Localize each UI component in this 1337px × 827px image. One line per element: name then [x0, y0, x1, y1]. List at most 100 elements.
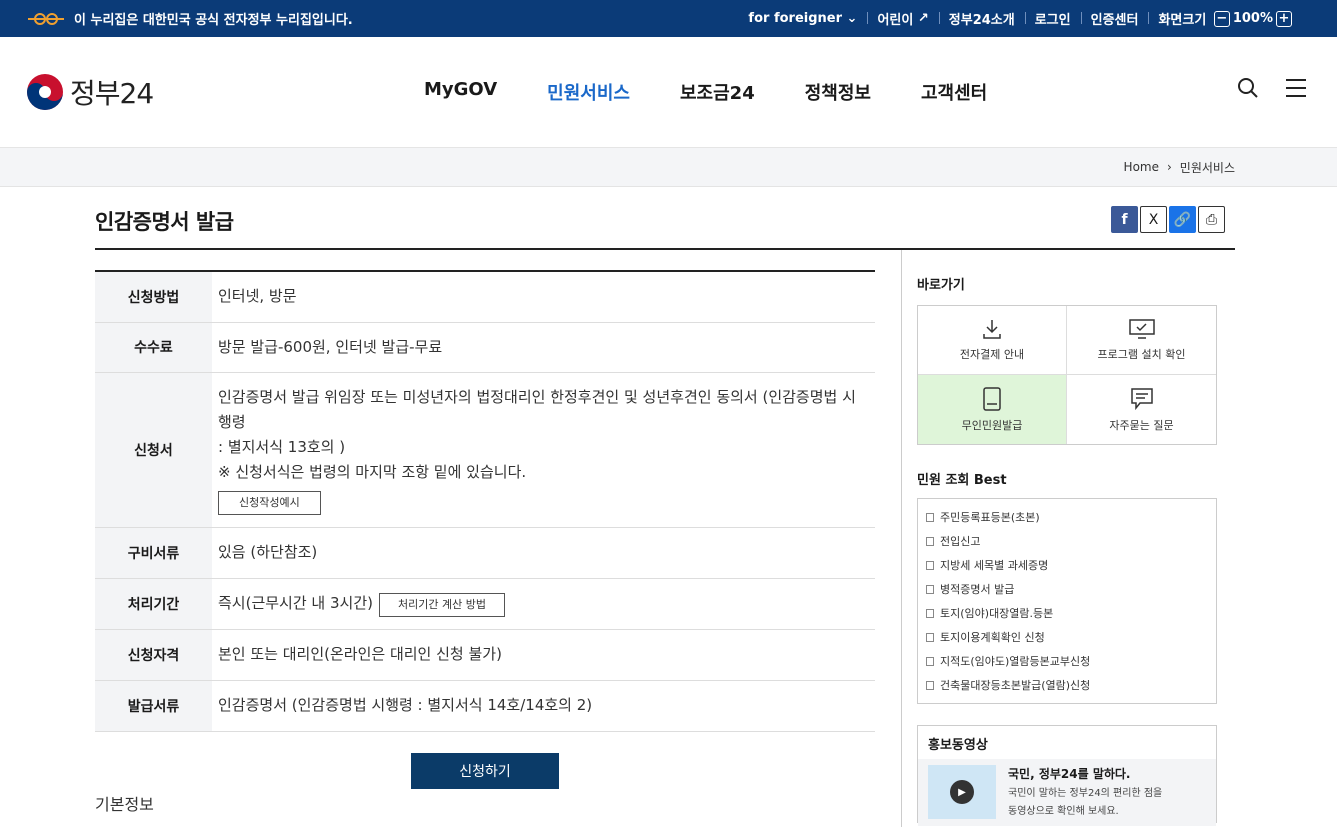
list-item[interactable]: 건축물대장등초본발급(열람)신청: [926, 673, 1208, 697]
apply-button[interactable]: 신청하기: [411, 752, 559, 789]
qualification-label: 신청자격: [95, 629, 212, 681]
nav-policy-info[interactable]: 정책정보: [805, 79, 871, 105]
table-row: 발급서류 인감증명서 (인감증명법 시행령 : 별지서식 14호/14호의 2): [95, 680, 875, 732]
info-table: 신청방법 인터넷, 방문 수수료 방문 발급-600원, 인터넷 발급-무료 신…: [95, 270, 875, 732]
quick-label: 전자결제 안내: [959, 348, 1025, 361]
breadcrumb: Home › 민원서비스: [0, 148, 1337, 187]
play-icon[interactable]: ▶: [950, 780, 974, 804]
nav-mygov[interactable]: MyGOV: [424, 79, 497, 105]
chevron-right-icon: ›: [1166, 160, 1172, 174]
form-text-2: : 별지서식 13호의 ): [218, 437, 346, 456]
list-item[interactable]: 토지이용계획확인 신청: [926, 625, 1208, 649]
government-banner: 이 누리집은 대한민국 공식 전자정부 누리집입니다. for foreigne…: [0, 0, 1337, 37]
best-title: 민원 조회 Best: [917, 473, 1007, 488]
fee-label: 수수료: [95, 322, 212, 373]
list-item[interactable]: 병적증명서 발급: [926, 577, 1208, 601]
about-link[interactable]: 정부24소개: [938, 9, 1025, 28]
promo-title: 홍보동영상: [928, 738, 988, 753]
login-link[interactable]: 로그인: [1024, 9, 1081, 28]
breadcrumb-current[interactable]: 민원서비스: [1180, 159, 1235, 176]
document-icon: [926, 656, 934, 666]
list-item[interactable]: 지방세 세목별 과세증명: [926, 553, 1208, 577]
form-note: ※ 신청서식은 법령의 마지막 조항 밑에 있습니다.: [218, 462, 527, 481]
fee-value: 방문 발급-600원, 인터넷 발급-무료: [212, 322, 875, 373]
list-item-label: 건축물대장등초본발급(열람)신청: [940, 679, 1091, 692]
document-icon: [926, 536, 934, 546]
nav-customer-center[interactable]: 고객센터: [921, 79, 987, 105]
page-title-row: 인감증명서 발급 f X 🔗 ⎙: [95, 206, 1235, 250]
table-row: 신청자격 본인 또는 대리인(온라인은 대리인 신청 불가): [95, 629, 875, 681]
quick-program-check[interactable]: 프로그램 설치 확인: [1067, 306, 1216, 375]
list-item-label: 토지이용계획확인 신청: [940, 631, 1045, 644]
share-toolbar: f X 🔗 ⎙: [1111, 206, 1225, 248]
logo-text: 정부24: [70, 77, 154, 110]
page-title: 인감증명서 발급: [95, 210, 234, 234]
nav-civil-service[interactable]: 민원서비스: [547, 79, 630, 105]
issue-doc-value: 인감증명서 (인감증명법 시행령 : 별지서식 14호/14호의 2): [212, 680, 875, 732]
list-item[interactable]: 주민등록표등본(초본): [926, 505, 1208, 529]
quick-links: 전자결제 안내 프로그램 설치 확인 무인민원발급 자주묻는 질문: [917, 305, 1217, 445]
docs-label: 구비서류: [95, 527, 212, 579]
cert-center-link[interactable]: 인증센터: [1080, 9, 1149, 28]
list-item-label: 지방세 세목별 과세증명: [940, 559, 1049, 572]
period-value: 즉시(근무시간 내 3시간) 처리기간 계산 방법: [212, 578, 875, 630]
basic-info-heading: 기본정보: [95, 795, 154, 814]
kiosk-icon: [983, 386, 1001, 411]
issue-doc-label: 발급서류: [95, 680, 212, 732]
gov24-logo[interactable]: 정부24: [26, 72, 406, 112]
zoom-in-button[interactable]: +: [1276, 10, 1292, 27]
for-foreigner-dropdown[interactable]: for foreigner ⌄: [738, 11, 867, 26]
kids-link[interactable]: 어린이 ↗: [867, 9, 938, 28]
period-calc-button[interactable]: 처리기간 계산 방법: [379, 592, 505, 617]
method-value: 인터넷, 방문: [212, 271, 875, 323]
download-icon: [983, 320, 1001, 339]
screen-size-control: 화면크기 − 100% +: [1148, 9, 1305, 28]
quick-label: 자주묻는 질문: [1109, 418, 1174, 432]
search-icon[interactable]: [1237, 77, 1259, 99]
zoom-out-button[interactable]: −: [1213, 10, 1230, 27]
form-text-1: 인감증명서 발급 위임장 또는 미성년자의 법정대리인 한정후견인 및 성년후견…: [218, 387, 856, 431]
qualification-value: 본인 또는 대리인(온라인은 대리인 신청 불가): [212, 629, 875, 681]
print-icon[interactable]: ⎙: [1198, 206, 1225, 233]
video-thumbnail[interactable]: ▶: [928, 765, 996, 819]
promo-desc-1: 국민이 말하는 정부24의 편리한 점을: [1008, 788, 1163, 799]
link-icon[interactable]: 🔗: [1169, 206, 1196, 233]
promo-card[interactable]: ▶ 국민, 정부24를 말하다. 국민이 말하는 정부24의 편리한 점을 동영…: [918, 759, 1216, 826]
breadcrumb-home[interactable]: Home: [1124, 160, 1159, 174]
sidebar-divider: [901, 250, 902, 827]
form-example-button[interactable]: 신청작성예시: [218, 490, 321, 515]
document-icon: [926, 560, 934, 570]
quick-e-payment[interactable]: 전자결제 안내: [918, 306, 1067, 375]
chat-bubble-icon: [1130, 387, 1153, 410]
document-icon: [926, 512, 934, 522]
form-label: 신청서: [95, 372, 212, 528]
egov-logo-icon: [26, 12, 66, 26]
promo-desc-2: 동영상으로 확인해 보세요.: [1008, 806, 1119, 817]
document-icon: [926, 632, 934, 642]
quick-links-title: 바로가기: [917, 278, 965, 293]
quick-kiosk[interactable]: 무인민원발급: [918, 375, 1067, 444]
nav-subsidy24[interactable]: 보조금24: [680, 79, 755, 105]
list-item-label: 지적도(임야도)열람등본교부신청: [940, 655, 1091, 668]
list-item-label: 병적증명서 발급: [940, 583, 1015, 596]
list-item-label: 토지(임야)대장열람.등본: [940, 607, 1054, 620]
period-label: 처리기간: [95, 578, 212, 630]
quick-label: 무인민원발급: [961, 418, 1023, 432]
x-icon[interactable]: X: [1140, 206, 1167, 233]
list-item[interactable]: 토지(임야)대장열람.등본: [926, 601, 1208, 625]
table-row: 신청서 인감증명서 발급 위임장 또는 미성년자의 법정대리인 한정후견인 및 …: [95, 372, 875, 528]
facebook-icon[interactable]: f: [1111, 206, 1138, 233]
quick-label: 프로그램 설치 확인: [1097, 348, 1186, 361]
service-info: 신청방법 인터넷, 방문 수수료 방문 발급-600원, 인터넷 발급-무료 신…: [95, 270, 875, 789]
site-header: 정부24 MyGOV 민원서비스 보조금24 정책정보 고객센터: [0, 37, 1337, 148]
official-notice: 이 누리집은 대한민국 공식 전자정부 누리집입니다.: [74, 13, 353, 28]
docs-value: 있음 (하단참조): [212, 527, 875, 579]
document-icon: [926, 584, 934, 594]
form-value: 인감증명서 발급 위임장 또는 미성년자의 법정대리인 한정후견인 및 성년후견…: [212, 372, 875, 528]
menu-icon[interactable]: [1285, 77, 1307, 99]
quick-faq[interactable]: 자주묻는 질문: [1067, 375, 1216, 444]
list-item[interactable]: 지적도(임야도)열람등본교부신청: [926, 649, 1208, 673]
promo-headline: 국민, 정부24를 말하다.: [1008, 767, 1131, 781]
list-item[interactable]: 전입신고: [926, 529, 1208, 553]
table-row: 신청방법 인터넷, 방문: [95, 271, 875, 323]
